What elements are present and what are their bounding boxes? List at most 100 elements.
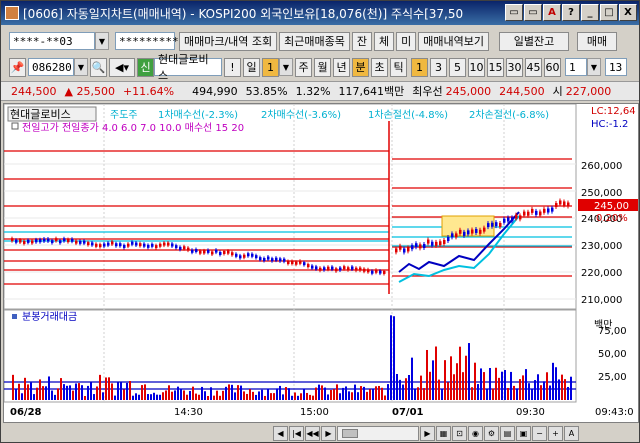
candle-body [83,240,86,244]
volume-bar [198,394,200,400]
candle-body [519,215,522,220]
font-icon[interactable]: A [564,425,579,441]
period-day-count[interactable]: 1 [262,57,279,77]
zoom-box-icon[interactable]: ⊡ [452,425,467,441]
scroll-thumb[interactable] [342,428,358,438]
print-icon[interactable]: ▤ [500,425,515,441]
candle-body [211,251,214,255]
more-button[interactable]: 매매 [577,31,618,51]
candle-body [231,252,234,256]
period-dropdown-icon[interactable]: ▼ [279,58,293,76]
font-icon[interactable]: A [543,4,561,21]
scroll-left-icon[interactable]: ◀ [273,425,288,441]
volume-bar [513,385,515,400]
prev-icon[interactable]: ◀◀ [305,425,320,441]
minute-10[interactable]: 10 [468,57,485,77]
best-ask-label: 최우선 [412,85,443,98]
period-month[interactable]: 월 [314,57,331,77]
volume-bar [249,389,251,400]
volume-bar [429,371,431,400]
volume-bar [252,391,254,400]
minute-5[interactable]: 5 [449,57,466,77]
scroll-track[interactable] [337,425,419,441]
speaker-icon[interactable]: ◀▾ [109,57,135,77]
period-tick[interactable]: 틱 [390,57,407,77]
volume-bar [255,394,257,400]
candle-body [371,270,374,274]
candle-body [91,242,94,246]
period-year[interactable]: 년 [333,57,350,77]
first-icon[interactable]: |◀ [289,425,304,441]
candle-body [139,243,142,247]
minute-30[interactable]: 30 [506,57,523,77]
count-dropdown-icon[interactable]: ▼ [587,58,601,76]
minus-icon[interactable]: − [532,425,547,441]
volume-bar [414,388,416,400]
candle-body [339,267,342,271]
tools-icon[interactable]: ⚙ [484,425,499,441]
code-dropdown-icon[interactable]: ▼ [74,58,88,76]
candle-body [323,267,326,271]
zoom-input[interactable]: 13 [605,58,627,76]
new-icon[interactable]: 신 [137,57,154,77]
restore-icon[interactable]: ▭ [505,4,523,21]
recent-trades-button[interactable]: 최근매매종목 [279,31,350,51]
account-dropdown-icon[interactable]: ▼ [95,32,109,50]
scroll-right-icon[interactable]: ▶ [420,425,435,441]
candle-body [395,248,398,253]
candle-body [147,244,150,248]
period-day[interactable]: 일 [243,57,260,77]
pin-icon[interactable]: 📌 [9,57,26,77]
period-second[interactable]: 초 [371,57,388,77]
candle-body [379,270,382,274]
candle-body [359,267,362,271]
stock-code-input[interactable]: 086280 [28,58,74,76]
volume-bar [84,395,86,400]
candle-body [487,223,490,228]
close-button[interactable]: X [619,4,637,21]
maximize-button[interactable]: □ [600,4,618,21]
volume-bar [216,390,218,400]
trade-mark-button[interactable]: 매매마크/내역 조회 [179,31,278,51]
save-icon[interactable]: ▣ [516,425,531,441]
password-input[interactable]: ********* [115,32,179,50]
candle-body [223,250,226,254]
daily-balance-button[interactable]: 일별잔고 [499,31,570,51]
period-week[interactable]: 주 [295,57,312,77]
candle-body [179,246,182,250]
trade-view-button[interactable]: 매매내역보기 [418,31,490,51]
window-icon[interactable]: ▭ [524,4,542,21]
candle-body [455,233,458,238]
volume-bar [387,384,389,400]
count-input[interactable]: 1 [565,58,587,76]
volume-bar [138,394,140,400]
volume-bar [489,368,491,400]
chart-area[interactable]: 현대글로비스 주도주 1차매수선(-2.3%) 2차매수선(-3.6%) 1차손… [3,103,639,423]
minute-15[interactable]: 15 [487,57,504,77]
candle-body [159,243,162,247]
minute-1[interactable]: 1 [411,57,428,77]
help-icon[interactable]: ? [562,4,580,21]
grid-icon[interactable]: ▦ [436,425,451,441]
candle-body [15,239,18,243]
plus-icon[interactable]: + [548,425,563,441]
period-minute[interactable]: 분 [352,57,369,77]
minute-3[interactable]: 3 [430,57,447,77]
unexecuted-button[interactable]: 미 [396,31,417,51]
account-input[interactable]: ****-**03 [9,32,95,50]
minute-45[interactable]: 45 [525,57,542,77]
price-chart[interactable]: 현대글로비스 주도주 1차매수선(-2.3%) 2차매수선(-3.6%) 1차손… [3,103,640,424]
volume-bar [399,379,401,400]
volume-bar [462,372,464,400]
camera-icon[interactable]: ◉ [468,425,483,441]
candle-body [547,208,550,213]
alert-icon[interactable]: ! [224,57,241,77]
balance-button[interactable]: 잔 [351,31,373,51]
trade-amount: 117,641백만 [338,85,405,98]
minimize-button[interactable]: _ [581,4,599,21]
minute-60[interactable]: 60 [544,57,561,77]
time-tick-0701: 07/01 [392,407,424,418]
search-icon[interactable]: 🔍 [90,57,107,77]
play-icon[interactable]: ▶ [321,425,336,441]
executed-button[interactable]: 체 [374,31,395,51]
